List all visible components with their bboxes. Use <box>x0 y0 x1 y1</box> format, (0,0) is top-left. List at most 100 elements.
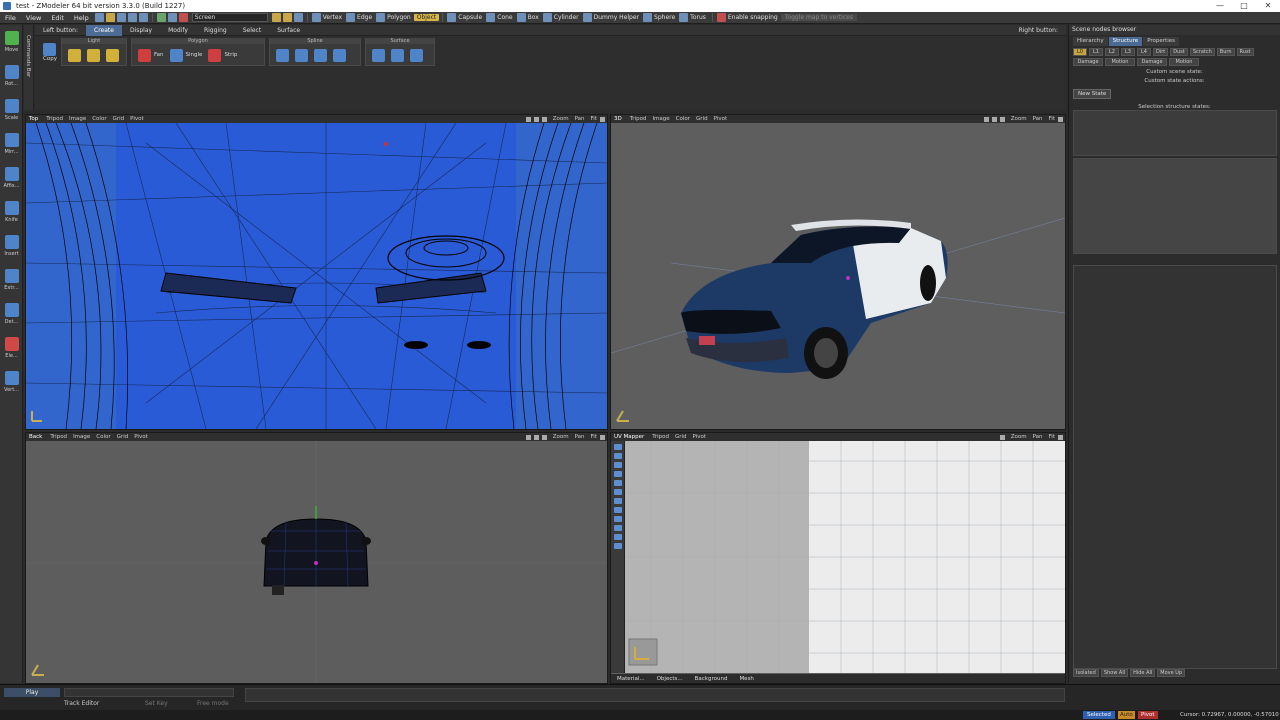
persp-zoom-button[interactable]: Zoom <box>1011 116 1027 122</box>
persp-pivot-menu[interactable]: Pivot <box>714 116 728 122</box>
tab-select[interactable]: Select <box>235 25 270 36</box>
uv-mapper-viewport[interactable]: UV Mapper Tripod Grid Pivot Zoom Pan Fit <box>610 432 1066 684</box>
tool-move[interactable]: Move <box>0 25 23 59</box>
damage-dropdown-2[interactable]: Damage <box>1137 58 1167 66</box>
lod-chip-l2[interactable]: L2 <box>1105 48 1119 56</box>
toggle-map-button[interactable]: Toggle map to vertices <box>780 14 857 21</box>
uv-mesh-tab[interactable]: Mesh <box>739 676 753 682</box>
back-pan-button[interactable]: Pan <box>575 434 585 440</box>
dummy-helper-icon[interactable] <box>582 13 592 22</box>
vertex-mode-button[interactable]: Vertex <box>323 14 342 21</box>
layers-icon[interactable] <box>156 13 166 22</box>
top-viewport[interactable]: Top Tripod Image Color Grid Pivot Zoom P… <box>25 114 608 430</box>
back-viewport-canvas[interactable] <box>26 441 607 683</box>
track-editor-button[interactable]: Track Editor <box>64 700 99 707</box>
uv-grid-menu[interactable]: Grid <box>675 434 687 440</box>
tab-properties[interactable]: Properties <box>1143 37 1179 46</box>
uv-objects-tab[interactable]: Objects... <box>657 676 683 682</box>
tool-detach[interactable]: Det... <box>0 297 23 331</box>
top-pivot-menu[interactable]: Pivot <box>130 116 144 122</box>
lod-chip-l4[interactable]: L4 <box>1137 48 1151 56</box>
chip-rust[interactable]: Rust <box>1236 48 1254 56</box>
vertex-mode-icon[interactable] <box>311 13 321 22</box>
persp-tripod-menu[interactable]: Tripod <box>630 116 647 122</box>
perspective-viewport[interactable]: 3D Tripod Image Color Grid Pivot Zoom Pa… <box>610 114 1066 430</box>
persp-fit-button[interactable]: Fit <box>1049 116 1055 122</box>
single-icon[interactable] <box>169 48 183 62</box>
menu-view[interactable]: View <box>21 14 46 22</box>
uv-fit-button[interactable]: Fit <box>1049 434 1055 440</box>
commands-bar[interactable]: Commands Bar <box>24 25 34 110</box>
persp-image-menu[interactable]: Image <box>652 116 669 122</box>
chip-dust[interactable]: Dust <box>1170 48 1188 56</box>
lod-chip-l0[interactable]: L0 <box>1073 48 1087 56</box>
top-fit-button[interactable]: Fit <box>591 116 597 122</box>
edge-mode-button[interactable]: Edge <box>357 14 372 21</box>
uv-scale-icon[interactable] <box>614 471 622 477</box>
timeline-track[interactable] <box>245 688 1065 702</box>
top-viewport-canvas[interactable] <box>26 122 607 429</box>
uv-unwrap-icon[interactable] <box>614 543 622 549</box>
tab-surface[interactable]: Surface <box>269 25 308 36</box>
tool-affix[interactable]: Affix... <box>0 161 23 195</box>
uv-select-icon[interactable] <box>614 444 622 450</box>
motion-dropdown-1[interactable]: Motion <box>1105 58 1135 66</box>
loft-icon[interactable] <box>410 48 423 62</box>
uv-pack-icon[interactable] <box>614 534 622 540</box>
box-button[interactable]: Box <box>528 14 539 21</box>
tool-rotate[interactable]: Rot... <box>0 59 23 93</box>
structure-states-list[interactable] <box>1073 110 1277 156</box>
curve-icon[interactable] <box>333 48 346 62</box>
lod-chip-l3[interactable]: L3 <box>1121 48 1135 56</box>
uv-relax-icon[interactable] <box>614 525 622 531</box>
top-tripod-menu[interactable]: Tripod <box>46 116 63 122</box>
back-color-menu[interactable]: Color <box>96 434 110 440</box>
back-grid-menu[interactable]: Grid <box>117 434 129 440</box>
uv-zoom-button[interactable]: Zoom <box>1011 434 1027 440</box>
structure-node-view[interactable] <box>1073 158 1277 254</box>
open-file-icon[interactable] <box>105 13 115 22</box>
direct-light-icon[interactable] <box>106 48 119 62</box>
uv-material-tab[interactable]: Material... <box>617 676 645 682</box>
motion-dropdown-2[interactable]: Motion <box>1169 58 1199 66</box>
copy-button[interactable]: Copy <box>43 56 57 62</box>
cone-icon[interactable] <box>486 13 496 22</box>
top-image-menu[interactable]: Image <box>69 116 86 122</box>
object-mode-button[interactable]: Object <box>413 14 440 21</box>
enable-snapping-button[interactable]: Enable snapping <box>728 14 778 21</box>
plane-icon[interactable] <box>372 48 385 62</box>
tab-modify[interactable]: Modify <box>160 25 196 36</box>
tab-rigging[interactable]: Rigging <box>196 25 235 36</box>
helix-icon[interactable] <box>314 48 327 62</box>
strip-button[interactable]: Strip <box>224 52 237 58</box>
back-pivot-menu[interactable]: Pivot <box>134 434 148 440</box>
uv-rotate-icon[interactable] <box>614 462 622 468</box>
sphere-icon[interactable] <box>643 13 653 22</box>
cone-button[interactable]: Cone <box>497 14 512 21</box>
uv-mapper-name[interactable]: UV Mapper <box>614 434 644 440</box>
isolated-button[interactable]: Isolated <box>1073 669 1099 677</box>
save-icon[interactable] <box>116 13 126 22</box>
uv-pivot-menu[interactable]: Pivot <box>693 434 707 440</box>
tab-create[interactable]: Create <box>86 24 122 36</box>
auto-status[interactable]: Auto <box>1118 711 1135 719</box>
menu-file[interactable]: File <box>0 14 21 22</box>
single-button[interactable]: Single <box>186 52 203 58</box>
uv-canvas[interactable] <box>611 441 1065 673</box>
persp-grid-menu[interactable]: Grid <box>696 116 708 122</box>
cylinder-icon[interactable] <box>542 13 552 22</box>
back-image-menu[interactable]: Image <box>73 434 90 440</box>
free-mode-button[interactable]: Free mode <box>197 700 229 707</box>
new-state-button[interactable]: New State <box>1073 89 1112 99</box>
properties-pane[interactable] <box>1073 265 1277 669</box>
tool-mirror[interactable]: Mirr... <box>0 127 23 161</box>
set-key-button[interactable]: Set Key <box>145 700 168 707</box>
axis-y-icon[interactable] <box>282 13 292 22</box>
back-viewport[interactable]: Back Tripod Image Color Grid Pivot Zoom … <box>25 432 608 684</box>
top-grid-menu[interactable]: Grid <box>113 116 125 122</box>
tab-display[interactable]: Display <box>122 25 160 36</box>
selected-status[interactable]: Selected <box>1083 711 1115 719</box>
sphere-button[interactable]: Sphere <box>654 14 675 21</box>
axis-z-icon[interactable] <box>293 13 303 22</box>
menu-edit[interactable]: Edit <box>46 14 69 22</box>
